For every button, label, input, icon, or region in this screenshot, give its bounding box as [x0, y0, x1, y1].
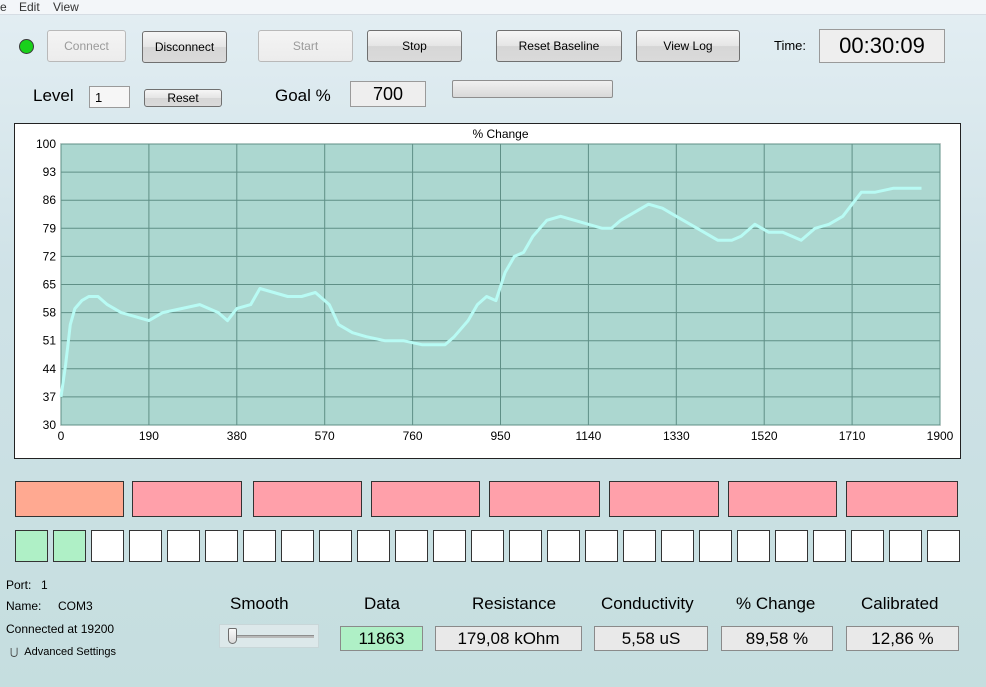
level-reset-button[interactable]: Reset	[144, 89, 222, 107]
level-block	[15, 481, 124, 517]
reset-baseline-button[interactable]: Reset Baseline	[496, 30, 622, 62]
smooth-slider-track	[234, 635, 314, 638]
progress-square	[129, 530, 162, 562]
connect-button[interactable]: Connect	[47, 30, 126, 62]
chart-title: % Change	[472, 127, 528, 141]
view-log-button[interactable]: View Log	[636, 30, 740, 62]
x-tick-label: 0	[58, 429, 65, 443]
level-block	[371, 481, 480, 517]
data-label: Data	[364, 594, 400, 613]
goal-input[interactable]: 700	[350, 81, 426, 107]
name-label: Name:	[6, 599, 42, 613]
resistance-label: Resistance	[472, 594, 557, 613]
y-tick-label: 37	[43, 390, 57, 404]
progress-square	[395, 530, 428, 562]
progress-square	[509, 530, 542, 562]
level-block	[132, 481, 242, 517]
y-tick-label: 30	[43, 418, 57, 432]
progress-square	[243, 530, 276, 562]
progress-square	[547, 530, 580, 562]
advanced-settings-label: Advanced Settings	[24, 646, 116, 658]
y-tick-label: 86	[43, 193, 57, 207]
level-block	[609, 481, 719, 517]
stop-button[interactable]: Stop	[367, 30, 462, 62]
y-tick-label: 65	[43, 278, 57, 292]
calibrated-label: Calibrated	[861, 594, 939, 613]
progress-square	[167, 530, 200, 562]
port-value: 1	[41, 578, 48, 592]
smooth-slider-thumb[interactable]	[228, 628, 237, 644]
progress-square	[585, 530, 618, 562]
time-display: 00:30:09	[819, 29, 945, 63]
x-tick-label: 380	[227, 429, 247, 443]
x-tick-label: 1710	[839, 429, 866, 443]
level-block	[253, 481, 362, 517]
data-value: 11863	[340, 626, 423, 651]
level-block	[489, 481, 600, 517]
x-tick-label: 1900	[927, 429, 954, 443]
progress-square	[471, 530, 504, 562]
progress-square	[737, 530, 770, 562]
y-tick-label: 58	[43, 306, 57, 320]
level-block	[846, 481, 958, 517]
chart-panel: % Change 0 190 380 570 760 950 1140 1330 1520 1710…	[14, 123, 961, 459]
y-tick-label: 72	[43, 249, 57, 263]
resistance-value: 179,08 kOhm	[435, 626, 582, 651]
progress-square	[15, 530, 48, 562]
menu-edit[interactable]: Edit	[19, 0, 40, 14]
x-tick-label: 570	[315, 429, 335, 443]
y-tick-label: 100	[36, 137, 56, 151]
percent-change-value: 89,58 %	[721, 626, 833, 651]
advanced-settings-toggle[interactable]: ⋃ Advanced Settings	[10, 646, 116, 658]
percent-change-chart: % Change 0 190 380 570 760 950 1140 1330 1520 1710…	[36, 127, 954, 443]
conductivity-value: 5,58 uS	[594, 626, 708, 651]
smooth-slider[interactable]	[219, 624, 319, 648]
y-tick-label: 79	[43, 221, 57, 235]
x-tick-label: 1330	[663, 429, 690, 443]
level-input[interactable]: 1	[89, 86, 130, 108]
name-value: COM3	[58, 599, 93, 613]
goal-progress-bar	[452, 80, 613, 98]
disconnect-button[interactable]: Disconnect	[142, 31, 227, 63]
smooth-label: Smooth	[230, 594, 289, 613]
time-label: Time:	[774, 38, 807, 53]
y-tick-label: 51	[43, 334, 57, 348]
progress-square	[53, 530, 86, 562]
y-tick-label: 44	[43, 362, 57, 376]
progress-square	[927, 530, 960, 562]
menu-file[interactable]: e	[0, 0, 7, 14]
progress-square	[623, 530, 656, 562]
progress-square	[91, 530, 124, 562]
level-block	[728, 481, 837, 517]
menu-bar: e Edit View	[0, 0, 986, 15]
x-tick-label: 1140	[575, 429, 601, 443]
progress-square	[851, 530, 884, 562]
goal-label: Goal %	[275, 86, 331, 105]
progress-square	[775, 530, 808, 562]
conductivity-label: Conductivity	[601, 594, 694, 613]
progress-square	[813, 530, 846, 562]
level-label: Level	[33, 86, 74, 105]
connection-status-text: Connected at 19200	[6, 622, 115, 636]
menu-view[interactable]: View	[53, 0, 79, 14]
x-tick-label: 950	[490, 429, 510, 443]
percent-change-label: % Change	[736, 594, 816, 613]
double-chevron-down-icon: ⋃	[10, 647, 19, 658]
progress-square	[281, 530, 314, 562]
progress-square	[319, 530, 352, 562]
progress-square	[205, 530, 238, 562]
progress-square	[357, 530, 390, 562]
start-button[interactable]: Start	[258, 30, 353, 62]
progress-square	[699, 530, 732, 562]
port-label: Port:	[6, 578, 32, 592]
calibrated-value: 12,86 %	[846, 626, 959, 651]
progress-square	[661, 530, 694, 562]
x-tick-label: 1520	[751, 429, 778, 443]
x-tick-label: 760	[403, 429, 423, 443]
y-tick-label: 93	[43, 165, 57, 179]
progress-square	[433, 530, 466, 562]
progress-square	[889, 530, 922, 562]
x-tick-label: 190	[139, 429, 159, 443]
connection-status-indicator	[19, 39, 34, 54]
